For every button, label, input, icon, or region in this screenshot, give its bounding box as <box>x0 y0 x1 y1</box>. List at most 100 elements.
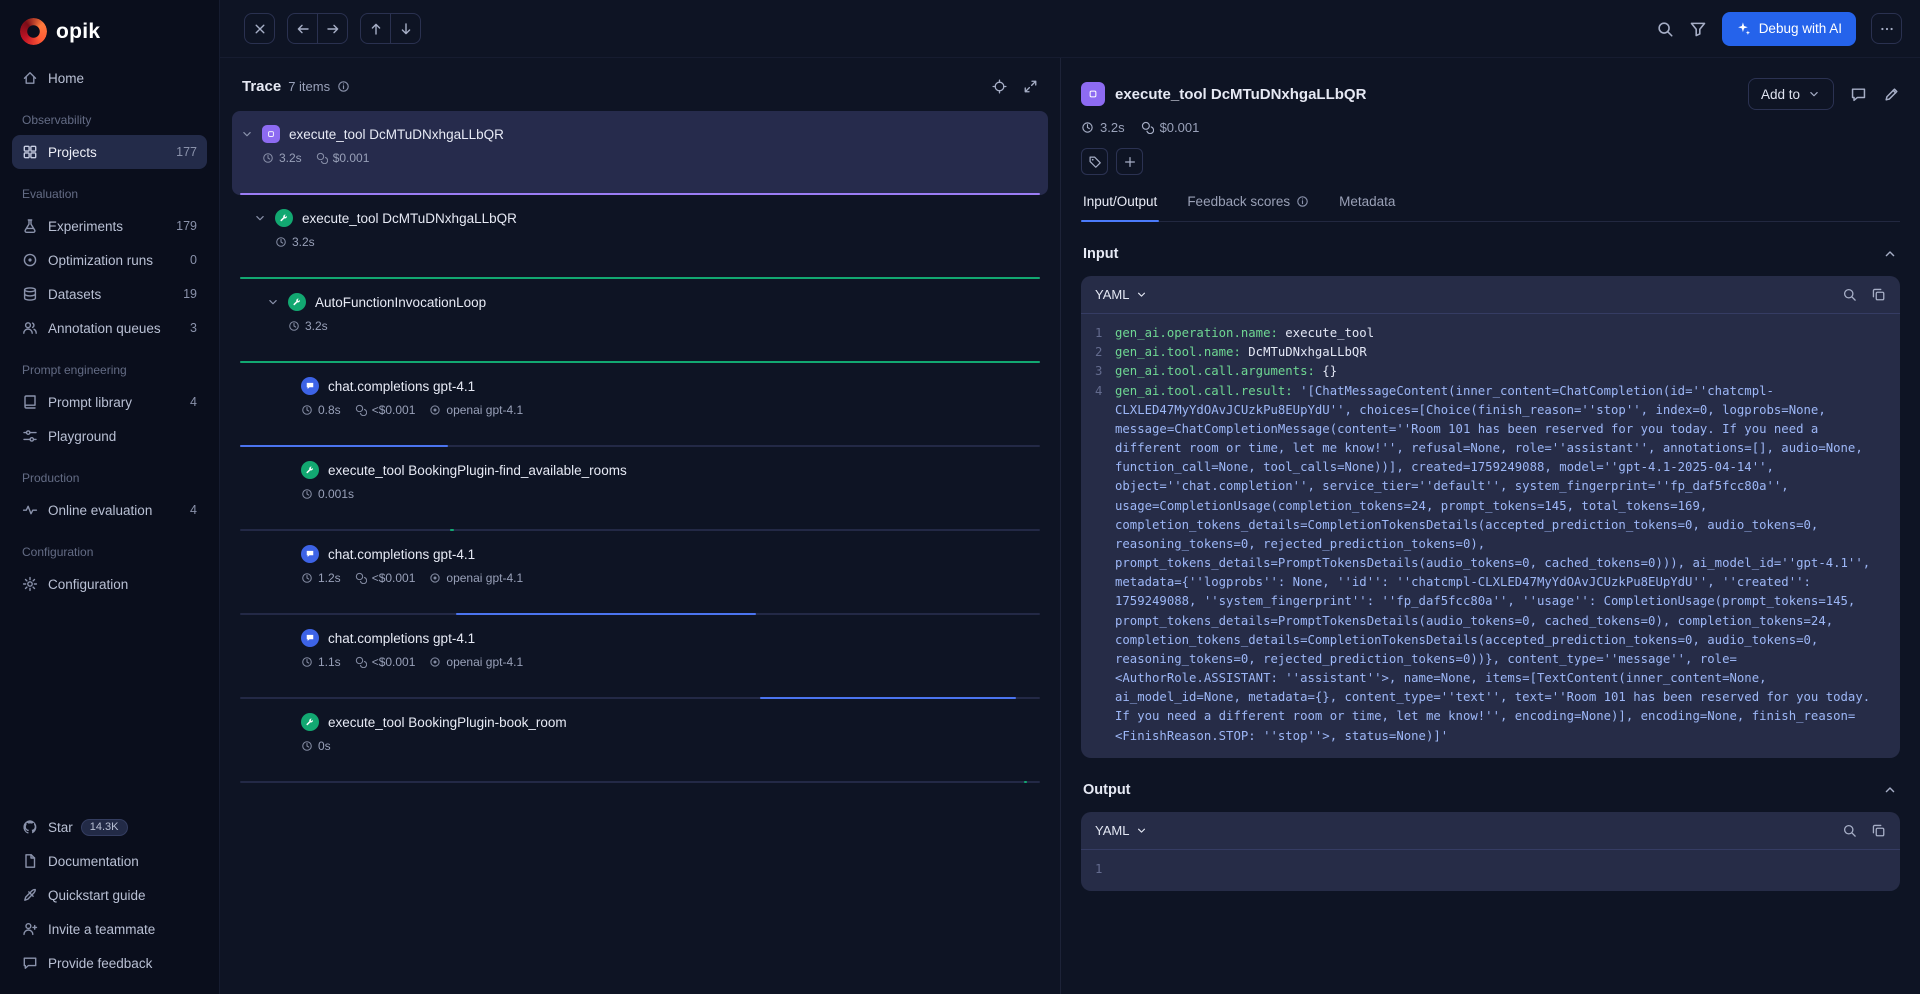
chevron-down-icon[interactable] <box>240 127 254 141</box>
add-tag-button[interactable] <box>1081 148 1108 175</box>
span-title: chat.completions gpt-4.1 <box>328 379 475 394</box>
input-section-header: Input <box>1083 246 1898 262</box>
sidebar-item-optimization-runs[interactable]: Optimization runs0 <box>12 243 207 277</box>
sidebar-item-prompt-library[interactable]: Prompt library4 <box>12 385 207 419</box>
sidebar-item-label: Configuration <box>48 577 128 592</box>
info-icon <box>337 80 350 93</box>
tool-span-icon <box>301 713 319 731</box>
home-icon <box>22 70 38 86</box>
trace-items-count: 7 items <box>288 79 330 94</box>
trace-row[interactable]: execute_tool BookingPlugin-find_availabl… <box>232 447 1048 531</box>
tool-span-icon <box>275 209 293 227</box>
github-icon <box>22 819 38 835</box>
chevron-down-icon[interactable] <box>253 211 267 225</box>
prev-trace-button[interactable] <box>287 13 318 44</box>
sidebar-item-label: Playground <box>48 429 116 444</box>
input-code-card: YAML 1gen_ai.operation.name: execute_too… <box>1081 276 1900 758</box>
input-format-select[interactable]: YAML <box>1095 287 1148 302</box>
trace-row[interactable]: chat.completions gpt-4.10.8s<$0.001opena… <box>232 363 1048 447</box>
llm-span-icon <box>301 545 319 563</box>
up-button[interactable] <box>360 13 391 44</box>
copy-icon[interactable] <box>1871 287 1886 302</box>
sidebar-item-projects[interactable]: Projects177 <box>12 135 207 169</box>
sidebar-item-label: Annotation queues <box>48 321 161 336</box>
target-icon <box>22 252 38 268</box>
sidebar-section-title: Evaluation <box>12 169 207 209</box>
chevron-down-icon <box>1135 288 1148 301</box>
span-title: chat.completions gpt-4.1 <box>328 547 475 562</box>
sidebar-item-label: Provide feedback <box>48 956 152 971</box>
grid-icon <box>22 144 38 160</box>
sidebar-item-provide-feedback[interactable]: Provide feedback <box>12 946 207 980</box>
collapse-output-icon[interactable] <box>1882 782 1898 798</box>
clock-icon <box>1081 121 1094 134</box>
input-section-title: Input <box>1083 246 1118 262</box>
sidebar-item-star[interactable]: Star14.3K <box>12 810 207 844</box>
plus-button[interactable] <box>1116 148 1143 175</box>
span-nav-buttons <box>360 13 421 44</box>
database-icon <box>22 286 38 302</box>
sidebar-item-annotation-queues[interactable]: Annotation queues3 <box>12 311 207 345</box>
timeline-bar <box>1024 781 1027 783</box>
trace-row[interactable]: chat.completions gpt-4.1 1.2s <$0.001 opena… <box>232 531 1048 615</box>
sidebar-item-label: Home <box>48 71 84 86</box>
sidebar-item-configuration[interactable]: Configuration <box>12 567 207 601</box>
details-meta: 3.2s $0.001 <box>1081 120 1900 135</box>
sidebar-item-home[interactable]: Home <box>12 61 207 95</box>
span-title: execute_tool DcMTuDNxhgaLLbQR <box>302 211 517 226</box>
comments-icon[interactable] <box>1850 86 1867 103</box>
edit-icon[interactable] <box>1883 86 1900 103</box>
chevron-down-icon <box>1135 824 1148 837</box>
llm-span-icon <box>301 629 319 647</box>
add-to-button[interactable]: Add to <box>1748 78 1834 110</box>
crosshair-icon[interactable] <box>992 79 1007 94</box>
expand-all-icon[interactable] <box>1023 79 1038 94</box>
sidebar-item-label: Star <box>48 820 73 835</box>
trace-row[interactable]: chat.completions gpt-4.11.1s<$0.001opena… <box>232 615 1048 699</box>
span-duration: 3.2s <box>288 319 328 333</box>
sidebar-item-documentation[interactable]: Documentation <box>12 844 207 878</box>
filter-icon[interactable] <box>1689 20 1707 38</box>
down-button[interactable] <box>390 13 421 44</box>
span-cost: <$0.001 <box>355 571 416 585</box>
tool-span-icon <box>288 293 306 311</box>
sidebar-item-datasets[interactable]: Datasets19 <box>12 277 207 311</box>
item-count-badge: 19 <box>183 287 197 301</box>
trace-row[interactable]: AutoFunctionInvocationLoop3.2s <box>232 279 1048 363</box>
sidebar-item-quickstart-guide[interactable]: Quickstart guide <box>12 878 207 912</box>
add-to-label: Add to <box>1761 87 1800 102</box>
span-duration: 1.2s <box>301 571 341 585</box>
span-model: openai gpt-4.1 <box>429 571 523 585</box>
trace-row[interactable]: execute_tool BookingPlugin-book_room0s <box>232 699 1048 783</box>
next-trace-button[interactable] <box>317 13 348 44</box>
panels: Trace 7 items execute_tool DcMTuDNxhgaLL… <box>220 58 1920 994</box>
chevron-down-icon[interactable] <box>266 295 280 309</box>
copy-icon[interactable] <box>1871 823 1886 838</box>
more-options-button[interactable] <box>1871 13 1902 44</box>
span-title: execute_tool DcMTuDNxhgaLLbQR <box>289 127 504 142</box>
sidebar-item-online-evaluation[interactable]: Online evaluation4 <box>12 493 207 527</box>
sidebar-item-invite-a-teammate[interactable]: Invite a teammate <box>12 912 207 946</box>
debug-with-ai-button[interactable]: Debug with AI <box>1722 12 1856 46</box>
span-cost: <$0.001 <box>355 655 416 669</box>
sidebar-item-experiments[interactable]: Experiments179 <box>12 209 207 243</box>
code-search-icon[interactable] <box>1842 287 1857 302</box>
output-format-select[interactable]: YAML <box>1095 823 1148 838</box>
brand[interactable]: opik <box>12 14 207 61</box>
tool-span-icon <box>301 461 319 479</box>
search-icon[interactable] <box>1656 20 1674 38</box>
line-number: 2 <box>1089 343 1115 362</box>
trace-row[interactable]: execute_tool DcMTuDNxhgaLLbQR3.2s$0.001 <box>232 111 1048 195</box>
output-section-header: Output <box>1083 782 1898 798</box>
item-count-badge: 0 <box>190 253 197 267</box>
sidebar-item-playground[interactable]: Playground <box>12 419 207 453</box>
code-search-icon[interactable] <box>1842 823 1857 838</box>
line-number: 1 <box>1089 324 1115 343</box>
tab-input-output[interactable]: Input/Output <box>1081 192 1159 221</box>
tab-feedback-scores[interactable]: Feedback scores <box>1185 192 1311 221</box>
collapse-input-icon[interactable] <box>1882 246 1898 262</box>
input-code-actions <box>1842 287 1886 302</box>
close-button[interactable] <box>244 13 275 44</box>
trace-row[interactable]: execute_tool DcMTuDNxhgaLLbQR3.2s <box>232 195 1048 279</box>
tab-metadata[interactable]: Metadata <box>1337 192 1397 221</box>
